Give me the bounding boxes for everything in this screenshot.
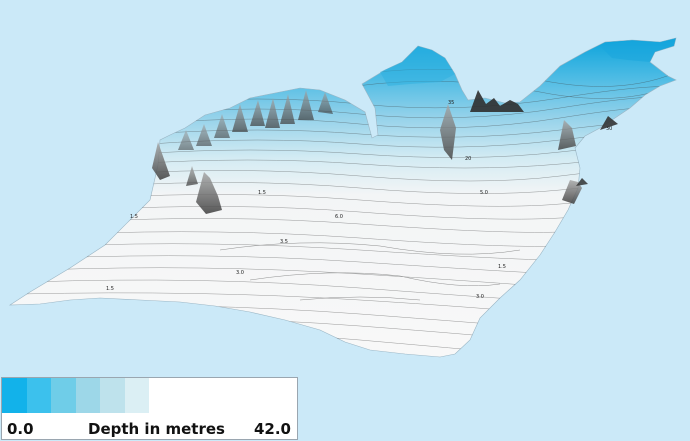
legend-title: Depth in metres [88, 420, 225, 438]
legend-min-value: 0.0 [7, 420, 34, 438]
legend-swatch [124, 378, 150, 413]
svg-text:5.0: 5.0 [480, 190, 488, 196]
svg-text:35: 35 [448, 100, 454, 106]
svg-text:6.0: 6.0 [335, 214, 343, 220]
legend-swatch [149, 378, 175, 413]
depth-legend: 0.0 Depth in metres 42.0 [1, 377, 298, 440]
svg-text:1.5: 1.5 [258, 190, 266, 196]
svg-text:3.0: 3.0 [476, 294, 484, 300]
legend-max-value: 42.0 [253, 420, 291, 438]
legend-swatch [100, 378, 125, 413]
legend-swatch [198, 378, 224, 413]
legend-swatch [174, 378, 199, 413]
svg-text:1.5: 1.5 [130, 214, 138, 220]
svg-text:20: 20 [465, 156, 471, 162]
terrain-3d-view[interactable]: 1.5 1.5 6.0 3.5 3.0 1.5 3.0 20 30 35 5.0… [0, 0, 690, 441]
legend-swatch [223, 378, 248, 413]
legend-swatch [272, 378, 297, 413]
legend-swatch [75, 378, 101, 413]
legend-swatch [247, 378, 273, 413]
legend-swatch [26, 378, 52, 413]
legend-color-scale [2, 378, 297, 413]
legend-swatch [2, 378, 27, 413]
svg-text:1.5: 1.5 [106, 286, 114, 292]
svg-text:1.5: 1.5 [498, 264, 506, 270]
svg-text:3.5: 3.5 [280, 239, 288, 245]
legend-swatch [51, 378, 76, 413]
svg-text:3.0: 3.0 [236, 270, 244, 276]
